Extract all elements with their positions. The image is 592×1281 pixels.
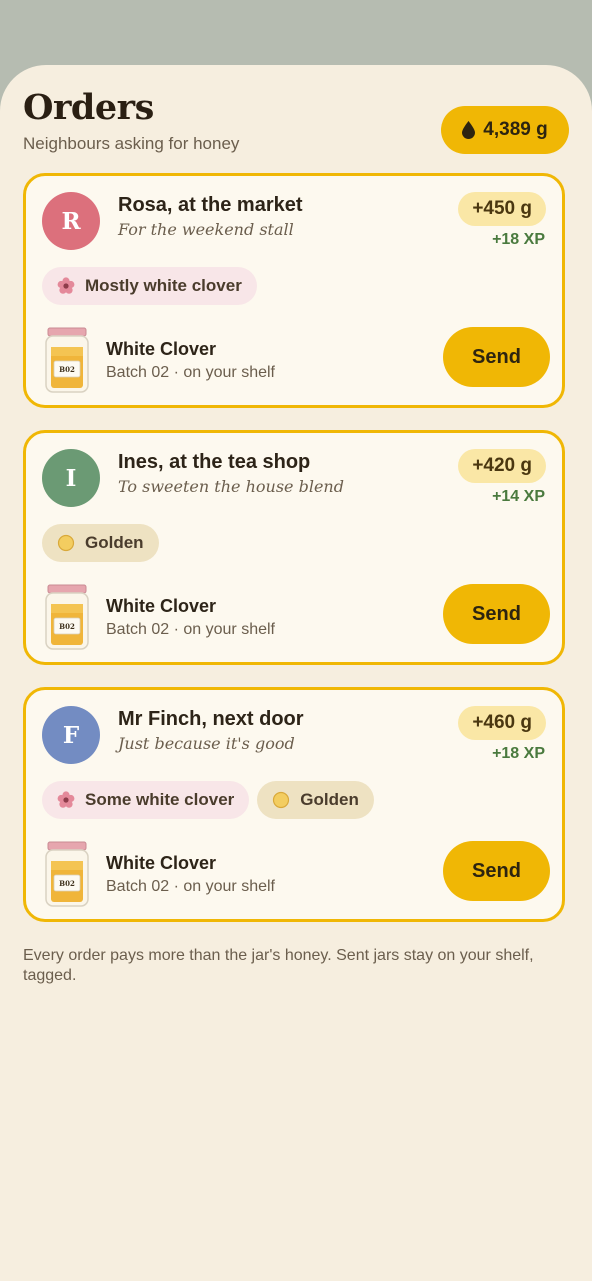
avatar: R — [42, 192, 100, 250]
avatar: I — [42, 449, 100, 507]
avatar: F — [42, 706, 100, 764]
jar-label: B02 — [59, 622, 75, 631]
order-note: Just because it's good — [118, 734, 295, 753]
product-name: White Clover — [106, 853, 217, 873]
page-title: Orders — [23, 87, 154, 128]
product-name: White Clover — [106, 339, 217, 359]
order-card-ines: I Ines, at the tea shop To sweeten the h… — [23, 430, 565, 665]
tag-clover: Some white clover — [42, 781, 250, 819]
batch-info: Batch 02 · on your shelf — [106, 621, 275, 638]
product-name: White Clover — [106, 596, 217, 616]
tag-label: Golden — [85, 533, 144, 552]
order-note: For the weekend stall — [118, 220, 294, 239]
send-button[interactable]: Send — [443, 327, 550, 387]
order-card-rosa: R Rosa, at the market For the weekend st… — [23, 173, 565, 408]
honey-jar-image: B02 — [44, 841, 90, 909]
order-tags: Mostly white clover — [42, 267, 257, 305]
flower-icon — [57, 791, 75, 808]
order-card-finch: F Mr Finch, next door Just because it's … — [23, 687, 565, 922]
reward-badge: +460 g — [458, 706, 546, 740]
reward-badge: +420 g — [458, 449, 546, 483]
page-subtitle: Neighbours asking for honey — [23, 134, 240, 153]
order-tags: Golden — [42, 524, 159, 562]
send-button[interactable]: Send — [443, 841, 550, 901]
order-tags: Some white clover Golden — [42, 781, 374, 819]
jar-label: B02 — [59, 879, 75, 888]
send-button[interactable]: Send — [443, 584, 550, 644]
customer-name: Ines, at the tea shop — [118, 451, 311, 473]
honey-drop-icon — [462, 121, 476, 139]
reward-badge: +450 g — [458, 192, 546, 226]
xp-reward: +18 XP — [492, 745, 545, 762]
batch-info: Batch 02 · on your shelf — [106, 364, 275, 381]
golden-swatch-icon — [57, 534, 75, 552]
tag-label: Some white clover — [85, 790, 235, 809]
order-note: To sweeten the house blend — [118, 477, 344, 496]
honey-jar-image: B02 — [44, 327, 90, 395]
jar-label: B02 — [59, 365, 75, 374]
customer-name: Mr Finch, next door — [118, 708, 304, 730]
xp-reward: +18 XP — [492, 231, 545, 248]
customer-name: Rosa, at the market — [118, 194, 303, 216]
tag-clover: Mostly white clover — [42, 267, 257, 305]
tag-label: Mostly white clover — [85, 276, 242, 295]
footer-note: Every order pays more than the jar's hon… — [23, 947, 534, 984]
flower-icon — [57, 277, 75, 294]
honey-jar-image: B02 — [44, 584, 90, 652]
batch-info: Batch 02 · on your shelf — [106, 878, 275, 895]
xp-reward: +14 XP — [492, 488, 545, 505]
honey-balance-value: 4,389 g — [483, 119, 548, 140]
tag-label: Golden — [300, 790, 359, 809]
golden-swatch-icon — [273, 791, 290, 809]
tag-golden: Golden — [257, 781, 374, 819]
tag-golden: Golden — [42, 524, 159, 562]
honey-balance-badge: 4,389 g — [441, 106, 569, 154]
